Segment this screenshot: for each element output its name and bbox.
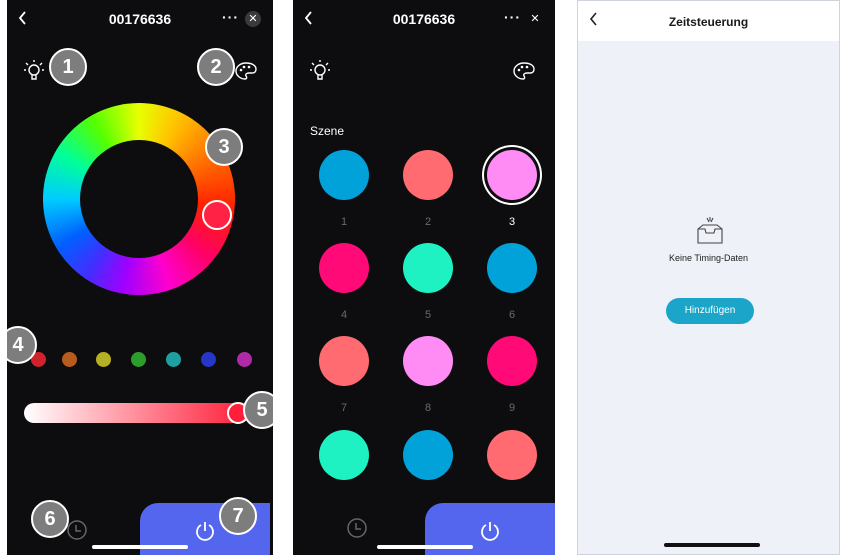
callout-2: 2	[197, 48, 235, 86]
scene-circle[interactable]	[319, 430, 369, 480]
scene-number: 1	[340, 216, 348, 228]
scene-number: 5	[424, 309, 432, 321]
power-icon	[481, 522, 499, 541]
power-icon	[196, 522, 214, 541]
empty-inbox-icon	[692, 215, 728, 252]
color-screen: 00176636 ··· ✕ 1 2 3 4 5 6 7	[7, 0, 273, 555]
callout-5: 5	[243, 391, 273, 429]
more-button[interactable]: ···	[222, 9, 239, 25]
clock-icon	[347, 518, 367, 538]
scene-screen: 00176636 ··· ✕ Szene 1 2 3 4 5 6 7 8 9	[293, 0, 555, 555]
scene-number: 8	[424, 402, 432, 414]
more-button[interactable]: ···	[504, 9, 521, 25]
scene-circle[interactable]	[403, 336, 453, 386]
bulb-icon[interactable]	[309, 58, 331, 87]
scene-circle[interactable]	[319, 336, 369, 386]
preset-color-dot[interactable]	[166, 352, 181, 367]
bulb-icon[interactable]	[23, 58, 45, 87]
top-bar: Zeitsteuerung	[578, 1, 839, 41]
top-bar: 00176636 ··· ✕	[7, 0, 273, 40]
clock-icon	[67, 520, 87, 540]
brightness-slider[interactable]	[24, 403, 246, 423]
callout-7: 7	[219, 497, 257, 535]
color-wheel-center	[80, 140, 198, 258]
home-indicator	[664, 543, 760, 547]
page-title: Zeitsteuerung	[668, 15, 749, 29]
scene-circle[interactable]	[403, 150, 453, 200]
palette-icon[interactable]	[235, 61, 257, 86]
scene-circle[interactable]	[487, 150, 537, 200]
preset-color-dot[interactable]	[237, 352, 252, 367]
scene-circle[interactable]	[319, 150, 369, 200]
callout-6: 6	[31, 500, 69, 538]
empty-state-text: Keine Timing-Daten	[668, 253, 749, 263]
timer-screen: Zeitsteuerung Keine Timing-Daten Hinzufü…	[577, 0, 840, 555]
add-button[interactable]: Hinzufügen	[666, 298, 754, 324]
palette-icon[interactable]	[513, 61, 535, 86]
scene-circle[interactable]	[487, 430, 537, 480]
scene-circle[interactable]	[403, 243, 453, 293]
scene-circle[interactable]	[487, 243, 537, 293]
timer-button[interactable]	[346, 517, 368, 544]
close-button[interactable]: ✕	[527, 11, 543, 27]
callout-3: 3	[205, 128, 243, 166]
color-wheel-selector[interactable]	[202, 200, 232, 230]
scene-number: 2	[424, 216, 432, 228]
scene-number: 3	[508, 216, 516, 228]
scene-number: 9	[508, 402, 516, 414]
close-button[interactable]: ✕	[245, 11, 261, 27]
preset-color-dot[interactable]	[201, 352, 216, 367]
preset-color-dot[interactable]	[96, 352, 111, 367]
scene-circle[interactable]	[319, 243, 369, 293]
scene-circle[interactable]	[403, 430, 453, 480]
preset-color-dot[interactable]	[131, 352, 146, 367]
top-bar: 00176636 ··· ✕	[293, 0, 555, 40]
timer-button[interactable]	[66, 519, 88, 546]
scene-number: 4	[340, 309, 348, 321]
home-indicator	[92, 545, 188, 549]
scene-label: Szene	[310, 124, 345, 138]
scene-number: 6	[508, 309, 516, 321]
scene-number: 7	[340, 402, 348, 414]
home-indicator	[377, 545, 473, 549]
callout-1: 1	[49, 48, 87, 86]
preset-color-dot[interactable]	[62, 352, 77, 367]
scene-circle[interactable]	[487, 336, 537, 386]
